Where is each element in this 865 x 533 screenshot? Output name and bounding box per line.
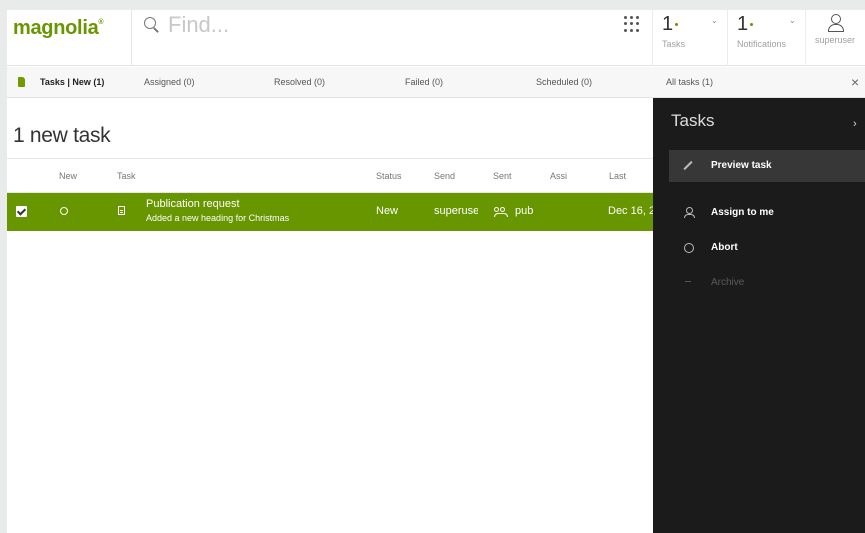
search-icon bbox=[143, 16, 161, 34]
action-label: Archive bbox=[711, 277, 745, 288]
task-assignee: pub bbox=[515, 205, 534, 217]
archive-icon bbox=[683, 277, 694, 288]
tasks-status-dot bbox=[675, 23, 679, 26]
task-sender: superuser bbox=[434, 205, 478, 217]
task-title: Publication request bbox=[146, 198, 240, 210]
search-input[interactable]: Find... bbox=[168, 12, 229, 38]
column-header-status[interactable]: Status bbox=[376, 171, 402, 181]
user-icon bbox=[828, 14, 844, 32]
tab-tasks-new[interactable]: Tasks | New (1) bbox=[40, 77, 104, 87]
user-label: superuser bbox=[814, 35, 856, 45]
chevron-right-icon[interactable]: › bbox=[853, 118, 857, 130]
action-preview-task[interactable]: Preview task bbox=[669, 150, 865, 182]
table-header: New Task Status Send Sent Assi Last bbox=[7, 158, 655, 193]
action-assign-to-me[interactable]: Assign to me bbox=[669, 197, 865, 229]
notifications-status-dot bbox=[750, 23, 754, 26]
tasks-label: Tasks bbox=[662, 39, 686, 49]
close-icon[interactable]: × bbox=[851, 74, 859, 90]
header-divider bbox=[805, 10, 806, 66]
table-row[interactable]: Publication request Added a new heading … bbox=[7, 193, 653, 231]
column-header-sent[interactable]: Sent bbox=[493, 171, 512, 181]
notifications-count: 1 bbox=[737, 13, 749, 35]
abort-icon bbox=[683, 242, 694, 253]
group-icon bbox=[494, 207, 508, 217]
person-icon bbox=[683, 207, 695, 218]
page-title: 1 new task bbox=[13, 124, 111, 147]
notifications-chevron-icon[interactable]: ⌄ bbox=[789, 16, 796, 25]
task-last-modified: Dec 16, 2 bbox=[608, 205, 653, 217]
tab-failed[interactable]: Failed (0) bbox=[405, 77, 443, 87]
user-menu[interactable]: superuser bbox=[809, 14, 861, 45]
new-status-icon bbox=[60, 207, 68, 215]
column-header-last[interactable]: Last bbox=[609, 171, 626, 181]
notifications-indicator[interactable]: 1 Notifications bbox=[737, 13, 786, 49]
column-header-task[interactable]: Task bbox=[117, 171, 136, 181]
action-label: Assign to me bbox=[711, 207, 774, 218]
tasks-count: 1 bbox=[662, 13, 674, 35]
document-icon bbox=[118, 206, 125, 215]
logo[interactable]: magnolia® bbox=[13, 17, 104, 40]
logo-text: magnolia bbox=[13, 17, 99, 39]
row-checkbox[interactable] bbox=[16, 206, 27, 217]
app-header: magnolia® Find... 1 Tasks ⌄ 1 Notificati… bbox=[7, 10, 865, 66]
tab-bar: Tasks | New (1) Assigned (0) Resolved (0… bbox=[7, 67, 865, 98]
tasks-app-icon bbox=[18, 77, 25, 87]
tasks-indicator[interactable]: 1 Tasks bbox=[662, 13, 685, 49]
action-label: Preview task bbox=[711, 160, 772, 171]
tab-resolved[interactable]: Resolved (0) bbox=[274, 77, 325, 87]
tab-assigned[interactable]: Assigned (0) bbox=[144, 77, 195, 87]
column-header-sender[interactable]: Send bbox=[434, 171, 455, 181]
action-archive: Archive bbox=[669, 267, 865, 299]
tab-all-tasks[interactable]: All tasks (1) bbox=[666, 77, 713, 87]
tasks-chevron-icon[interactable]: ⌄ bbox=[711, 16, 718, 25]
notifications-label: Notifications bbox=[737, 39, 787, 49]
action-label: Abort bbox=[711, 242, 738, 253]
task-subtitle: Added a new heading for Christmas bbox=[146, 213, 290, 223]
header-divider bbox=[727, 10, 728, 66]
action-abort[interactable]: Abort bbox=[669, 232, 865, 264]
header-divider bbox=[131, 10, 132, 66]
task-status: New bbox=[376, 205, 399, 217]
header-divider bbox=[652, 10, 653, 66]
logo-registered-mark: ® bbox=[98, 19, 104, 26]
apps-grid-icon[interactable] bbox=[624, 16, 640, 32]
tab-scheduled[interactable]: Scheduled (0) bbox=[536, 77, 592, 87]
pencil-icon bbox=[683, 160, 694, 171]
search-bar[interactable]: Find... bbox=[143, 12, 229, 38]
actions-panel: Tasks › Preview task Assign to me Abort … bbox=[653, 98, 865, 533]
column-header-assignee[interactable]: Assi bbox=[550, 171, 567, 181]
column-header-new[interactable]: New bbox=[59, 171, 77, 181]
app-frame: magnolia® Find... 1 Tasks ⌄ 1 Notificati… bbox=[7, 10, 865, 533]
panel-title: Tasks bbox=[671, 111, 715, 130]
